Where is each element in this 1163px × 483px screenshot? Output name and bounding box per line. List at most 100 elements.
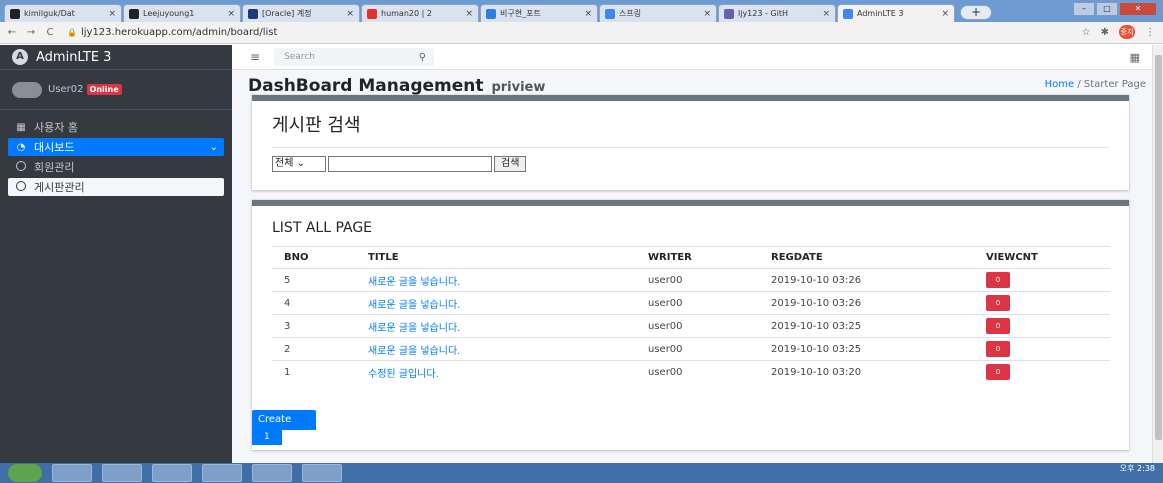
list-card-title: LIST ALL PAGE: [272, 220, 373, 236]
search-type-value: 전체: [275, 158, 294, 169]
post-title-link[interactable]: 새로운 글을 넣습니다.: [368, 346, 460, 357]
browser-tab[interactable]: Leejuyoung1 ×: [123, 4, 241, 22]
list-card: LIST ALL PAGE BNO TITLE WRITER REGDATE VIEWC…: [252, 200, 1129, 450]
close-icon[interactable]: ×: [822, 9, 830, 19]
profile-button[interactable]: 중지: [1119, 25, 1135, 39]
keyword-input[interactable]: [328, 156, 492, 172]
url-field[interactable]: 🔒 ljy123.herokuapp.com/admin/board/list: [67, 27, 277, 38]
chevron-down-icon: ⌄: [209, 141, 218, 153]
taskbar-explorer-icon[interactable]: [52, 464, 92, 482]
close-icon[interactable]: ×: [465, 9, 473, 19]
search-input[interactable]: Search ⚲: [274, 48, 435, 66]
start-button[interactable]: [8, 464, 42, 482]
taskbar-app-icon[interactable]: [202, 464, 242, 482]
cell-bno: 2: [272, 337, 356, 361]
browser-tab-label: 비구현_포트: [500, 9, 541, 18]
status-badge: Online: [86, 84, 122, 95]
sidebar-item[interactable]: 게시판관리: [8, 178, 224, 196]
close-window-button[interactable]: ✕: [1119, 2, 1157, 16]
column-header: TITLE: [356, 246, 636, 269]
circle-outline-icon: [14, 160, 28, 174]
post-title-link[interactable]: 새로운 글을 넣습니다.: [368, 300, 460, 311]
breadcrumb-home-link[interactable]: Home: [1045, 79, 1075, 90]
post-title-link[interactable]: 수정된 글입니다.: [368, 369, 439, 380]
maximize-button[interactable]: □: [1096, 2, 1118, 16]
star-icon[interactable]: ☆: [1082, 27, 1091, 38]
address-bar: ← → C 🔒 ljy123.herokuapp.com/admin/board…: [0, 22, 1163, 44]
search-form: 전체 ⌄ 검색: [252, 148, 1129, 180]
brand-logo: A: [12, 49, 28, 65]
page-scrollbar[interactable]: [1152, 45, 1163, 463]
sidebar-item[interactable]: ▦ 사용자 홈: [8, 118, 224, 136]
sidebar-item[interactable]: 회원관리: [8, 158, 224, 176]
browser-tab[interactable]: human20 | 2 ×: [361, 4, 479, 22]
pagination-page-1[interactable]: 1: [252, 430, 282, 445]
taskbar-app-icon[interactable]: [302, 464, 342, 482]
close-icon[interactable]: ×: [703, 9, 711, 19]
reload-icon[interactable]: C: [43, 27, 57, 38]
browser-tab[interactable]: 스프링 ×: [599, 4, 717, 22]
content-wrapper: DashBoard Management priview Home / Star…: [232, 70, 1152, 463]
extension-icon[interactable]: ✱: [1101, 27, 1109, 38]
post-title-link[interactable]: 새로운 글을 넣습니다.: [368, 323, 460, 334]
back-icon[interactable]: ←: [5, 27, 19, 38]
cell-regdate: 2019-10-10 03:25: [759, 314, 974, 338]
close-icon[interactable]: ×: [584, 9, 592, 19]
search-card-title: 게시판 검색: [272, 115, 361, 136]
search-button[interactable]: 검색: [494, 156, 527, 172]
github-icon: [10, 8, 20, 19]
column-header: REGDATE: [759, 246, 974, 269]
cell-writer: user00: [636, 360, 759, 384]
browser-tab[interactable]: AdminLTE 3 ×: [837, 4, 955, 22]
close-icon[interactable]: ×: [346, 9, 354, 19]
google-icon: [605, 8, 615, 19]
table-row: 1 수정된 글입니다. user00 2019-10-10 03:20 0: [272, 360, 1110, 384]
scrollbar-thumb[interactable]: [1155, 55, 1162, 440]
google-icon: [843, 8, 853, 19]
sidebar: A AdminLTE 3 User02 Online ▦ 사용자 홈 ◔ 대시보드 ⌄ 회…: [0, 45, 232, 463]
cell-regdate: 2019-10-10 03:26: [759, 268, 974, 292]
cell-title: 새로운 글을 넣습니다.: [356, 337, 636, 361]
taskbar-chrome-icon[interactable]: [102, 464, 142, 482]
sidebar-item-label: 사용자 홈: [34, 121, 78, 134]
board-table: BNO TITLE WRITER REGDATE VIEWCNT 5 새로운 글을 넣습니…: [272, 246, 1110, 384]
new-tab-button[interactable]: +: [960, 5, 992, 20]
table-header-row: BNO TITLE WRITER REGDATE VIEWCNT: [272, 246, 1110, 269]
sidebar-item[interactable]: ◔ 대시보드 ⌄: [8, 138, 224, 156]
browser-tab[interactable]: ljy123 - GitH ×: [718, 4, 836, 22]
breadcrumb-current: Starter Page: [1083, 79, 1146, 90]
apps-grid-icon[interactable]: ▦: [1130, 51, 1140, 64]
brand-link[interactable]: A AdminLTE 3: [0, 45, 232, 70]
system-clock[interactable]: 오후 2:38: [1120, 465, 1155, 473]
taskbar-app-icon[interactable]: [152, 464, 192, 482]
menu-dots-icon[interactable]: ⋮: [1145, 27, 1155, 38]
search-icon[interactable]: ⚲: [419, 52, 426, 63]
breadcrumb-separator: /: [1077, 79, 1081, 90]
hamburger-menu-icon[interactable]: ≡: [250, 50, 260, 64]
close-icon[interactable]: ×: [941, 9, 949, 19]
taskbar-app-icon[interactable]: [252, 464, 292, 482]
chevron-down-icon: ⌄: [296, 158, 305, 169]
forward-icon[interactable]: →: [24, 27, 38, 38]
viewcnt-badge: 0: [986, 295, 1010, 311]
search-card: 게시판 검색 전체 ⌄ 검색: [252, 95, 1129, 190]
create-button[interactable]: Create: [252, 410, 316, 430]
user-name[interactable]: User02: [48, 84, 84, 95]
browser-tab[interactable]: 비구현_포트 ×: [480, 4, 598, 22]
search-type-select[interactable]: 전체 ⌄: [272, 156, 326, 172]
browser-tab[interactable]: [Oracle] 계정 ×: [242, 4, 360, 22]
sidebar-item-label: 회원관리: [34, 161, 75, 174]
lock-icon: 🔒: [67, 28, 77, 37]
sidebar-menu: ▦ 사용자 홈 ◔ 대시보드 ⌄ 회원관리게시판관리: [0, 110, 232, 196]
top-navbar: ≡ Search ⚲ ▦: [232, 45, 1152, 70]
cell-viewcnt: 0: [974, 314, 1110, 338]
breadcrumb: Home / Starter Page: [1045, 79, 1146, 90]
close-icon[interactable]: ×: [108, 9, 116, 19]
close-icon[interactable]: ×: [227, 9, 235, 19]
browser-tab-label: [Oracle] 계정: [262, 9, 312, 18]
cell-viewcnt: 0: [974, 360, 1110, 384]
minimize-button[interactable]: –: [1073, 2, 1095, 16]
viewcnt-badge: 0: [986, 341, 1010, 357]
post-title-link[interactable]: 새로운 글을 넣습니다.: [368, 277, 460, 288]
browser-tab[interactable]: kimilguk/Dat ×: [4, 4, 122, 22]
